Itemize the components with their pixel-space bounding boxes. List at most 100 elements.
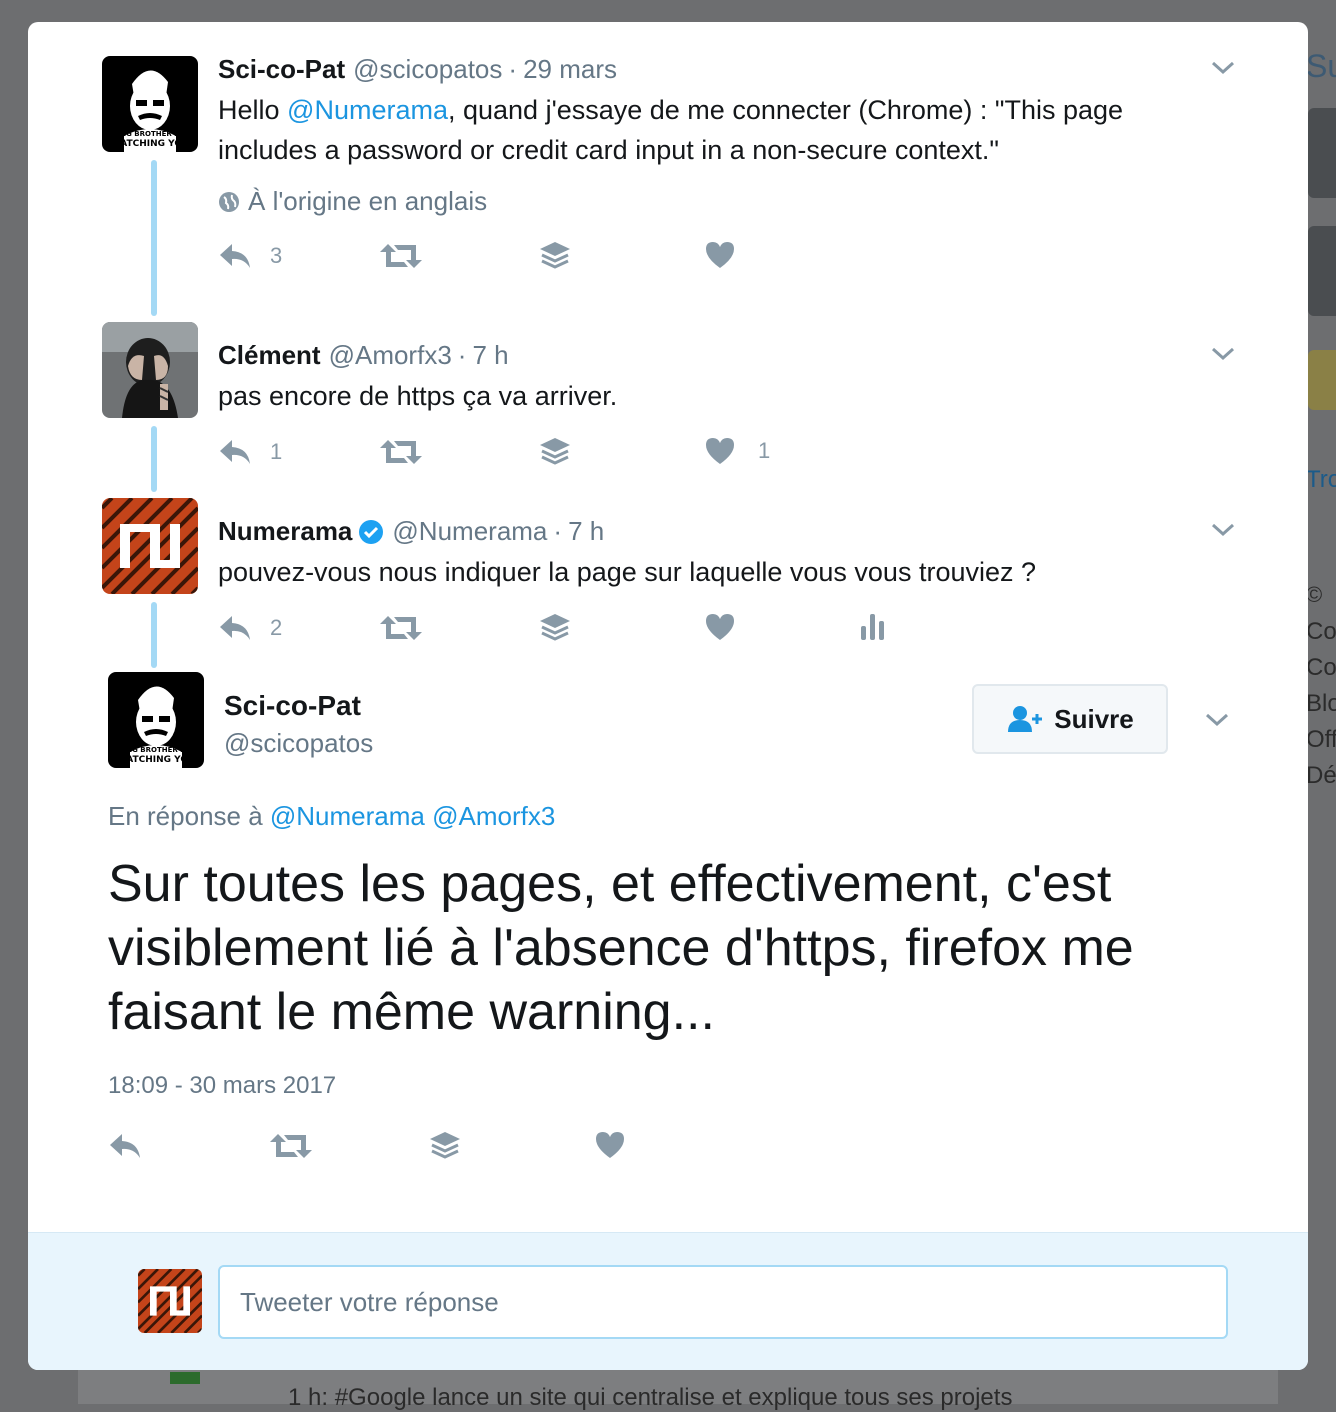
svg-text:WATCHING YOU: WATCHING YOU xyxy=(111,139,190,149)
tweet-text: pas encore de https ça va arriver. xyxy=(218,381,618,411)
separator: · xyxy=(553,516,563,546)
background-sidebar-text: Su xyxy=(1306,48,1336,84)
tweet-actions: 3 xyxy=(218,240,978,280)
layers-icon xyxy=(540,438,570,465)
reply-action[interactable]: 1 xyxy=(218,436,282,468)
stack-action[interactable] xyxy=(538,612,572,646)
separator: · xyxy=(457,340,467,370)
svg-text:WATCHING YOU: WATCHING YOU xyxy=(117,755,196,765)
reply-count: 3 xyxy=(270,243,283,268)
retweet-action[interactable] xyxy=(380,436,422,468)
background-sidebar-text: Dé xyxy=(1306,762,1336,789)
tweet-text: Hello @Numerama, quand j'essaye de me co… xyxy=(218,95,1124,165)
background-thumbnail xyxy=(1308,108,1336,198)
like-action[interactable]: 1 xyxy=(704,436,770,466)
reply-icon xyxy=(220,244,250,268)
background-sidebar-text: © xyxy=(1306,582,1323,607)
tweet-header: Sci-co-Pat @scicopatos · 29 mars xyxy=(218,54,617,85)
display-name[interactable]: Clément xyxy=(218,340,321,371)
layers-icon xyxy=(540,614,570,641)
avatar[interactable] xyxy=(102,322,198,418)
mention-link[interactable]: @Numerama xyxy=(287,95,448,125)
bar-chart-icon xyxy=(861,614,884,640)
username[interactable]: @Numerama xyxy=(392,516,547,547)
thread-tweet[interactable]: Numerama @Numerama · 7 h pouvez-vous nou… xyxy=(28,488,1308,664)
background-thumbnail xyxy=(1308,226,1336,316)
avatar[interactable]: BIG BROTHER IS WATCHING YOU xyxy=(102,56,198,152)
background-sidebar-link: Tro xyxy=(1306,466,1336,493)
reply-count: 2 xyxy=(270,615,283,640)
avatar[interactable]: BIG BROTHER IS WATCHING YOU xyxy=(108,672,204,768)
background-sidebar-text: Co xyxy=(1306,618,1336,645)
background-notification-line: 1 h: #Google lance un site qui centralis… xyxy=(288,1384,1013,1411)
tweet-actions: 1 1 xyxy=(218,436,978,476)
analytics-action[interactable] xyxy=(860,612,886,642)
tweet-time[interactable]: 7 h xyxy=(472,340,508,371)
stack-action[interactable] xyxy=(428,1130,462,1164)
chevron-down-icon[interactable] xyxy=(1210,516,1236,542)
thread-tweet[interactable]: BIG BROTHER IS WATCHING YOU Sci-co-Pat @… xyxy=(28,22,1308,312)
separator: · xyxy=(508,54,518,84)
reply-action[interactable] xyxy=(108,1130,144,1162)
display-name[interactable]: Sci-co-Pat xyxy=(218,54,345,85)
thread-tweet[interactable]: Clément @Amorfx3 · 7 h pas encore de htt… xyxy=(28,312,1308,488)
retweet-action[interactable] xyxy=(270,1130,312,1162)
svg-text:BIG BROTHER IS: BIG BROTHER IS xyxy=(118,130,182,138)
translation-link[interactable]: À l'origine en anglais xyxy=(218,186,487,217)
username[interactable]: @Amorfx3 xyxy=(329,340,452,371)
retweet-action[interactable] xyxy=(380,240,422,272)
display-name[interactable]: Sci-co-Pat xyxy=(224,690,361,722)
retweet-icon xyxy=(380,440,422,464)
stack-action[interactable] xyxy=(538,436,572,470)
translation-label: À l'origine en anglais xyxy=(248,186,488,216)
background-sidebar-text: Blo xyxy=(1306,690,1336,717)
follow-button[interactable]: Suivre xyxy=(972,684,1168,754)
layers-icon xyxy=(430,1132,460,1159)
reply-context: En réponse à @Numerama @Amorfx3 xyxy=(108,801,556,831)
reply-icon xyxy=(220,440,250,464)
tweet-actions: 2 xyxy=(218,612,978,652)
reply-icon xyxy=(110,1134,140,1158)
globe-icon xyxy=(219,191,239,212)
reply-input[interactable]: Tweeter votre réponse xyxy=(218,1265,1228,1339)
username[interactable]: @scicopatos xyxy=(224,728,373,759)
chevron-down-icon[interactable] xyxy=(1210,340,1236,366)
like-action[interactable] xyxy=(704,240,736,270)
reply-count: 1 xyxy=(270,439,283,464)
heart-icon xyxy=(706,614,734,640)
tweet-timestamp[interactable]: 18:09 - 30 mars 2017 xyxy=(108,1072,336,1100)
reply-action[interactable]: 2 xyxy=(218,612,282,644)
username[interactable]: @scicopatos xyxy=(353,54,502,85)
avatar[interactable] xyxy=(138,1269,202,1333)
reply-icon xyxy=(220,616,250,640)
follow-label: Suivre xyxy=(1054,703,1134,734)
verified-badge-icon xyxy=(359,519,384,544)
avatar[interactable] xyxy=(102,498,198,594)
heart-icon xyxy=(706,242,734,268)
mention-link[interactable]: @Numerama @Amorfx3 xyxy=(270,801,555,831)
tweet-text: pouvez-vous nous indiquer la page sur la… xyxy=(218,557,1037,587)
add-user-icon xyxy=(1008,706,1043,732)
heart-icon xyxy=(596,1132,624,1158)
background-sidebar-text: Off xyxy=(1306,726,1336,753)
retweet-action[interactable] xyxy=(380,612,422,644)
stack-action[interactable] xyxy=(538,240,572,274)
retweet-icon xyxy=(380,244,422,268)
retweet-icon xyxy=(380,616,422,640)
main-tweet-actions xyxy=(108,1130,868,1170)
display-name[interactable]: Numerama xyxy=(218,516,352,547)
reply-action[interactable]: 3 xyxy=(218,240,282,272)
tweet-time[interactable]: 29 mars xyxy=(523,54,617,85)
main-tweet-text: Sur toutes les pages, et effectivement, … xyxy=(108,855,1134,1041)
background-thumbnail xyxy=(1308,350,1336,410)
chevron-down-icon[interactable] xyxy=(1210,54,1236,80)
retweet-icon xyxy=(270,1134,312,1158)
like-action[interactable] xyxy=(594,1130,626,1160)
tweet-header: Clément @Amorfx3 · 7 h xyxy=(218,340,509,371)
like-action[interactable] xyxy=(704,612,736,642)
tweet-time[interactable]: 7 h xyxy=(568,516,604,547)
tweet-modal: BIG BROTHER IS WATCHING YOU Sci-co-Pat @… xyxy=(28,22,1308,1370)
reply-composer: Tweeter votre réponse xyxy=(28,1232,1308,1370)
svg-text:BIG BROTHER IS: BIG BROTHER IS xyxy=(124,746,188,754)
chevron-down-icon[interactable] xyxy=(1204,706,1230,732)
